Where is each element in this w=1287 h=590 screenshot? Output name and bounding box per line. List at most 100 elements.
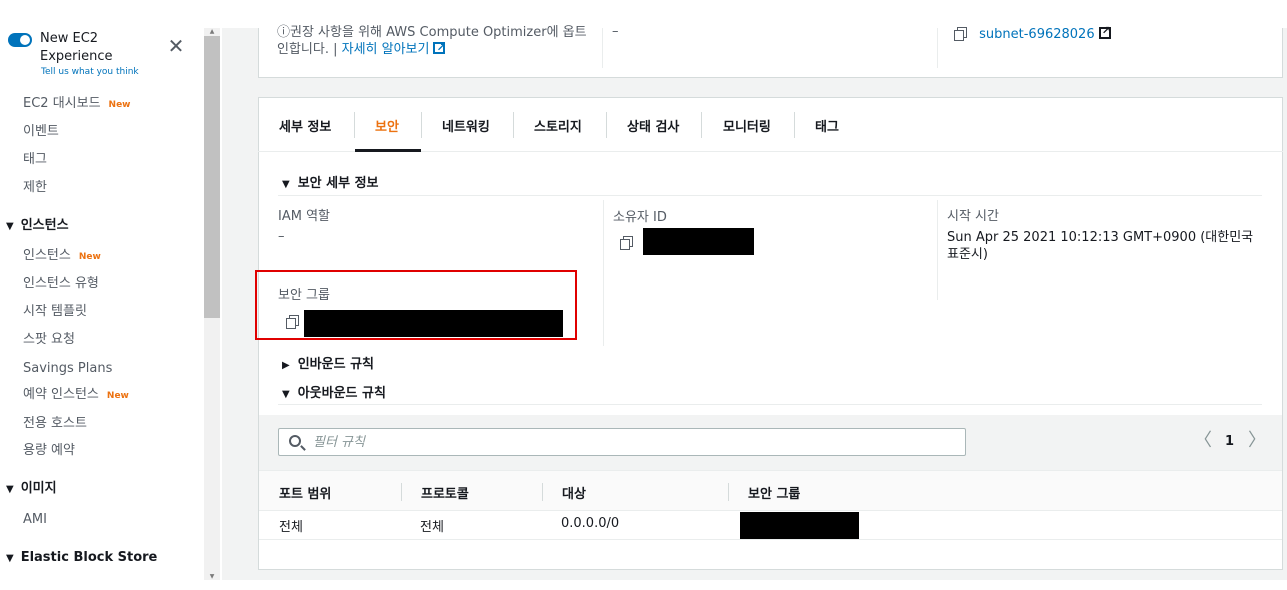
learn-more-label: 자세히 알아보기 [341,42,430,57]
sidebar-item-instance-types[interactable]: 인스턴스 유형 [23,276,99,292]
scroll-up-icon[interactable]: ▲ [208,29,216,35]
sidebar-item-launch-templates[interactable]: 시작 템플릿 [23,304,87,320]
new-badge: New [106,391,129,401]
table-row: 전체 전체 0.0.0.0/0 [259,511,1282,540]
sidebar-section-ebs[interactable]: ▼ Elastic Block Store [6,550,157,567]
sidebar-item-tags[interactable]: 태그 [23,152,47,168]
tab-status-checks[interactable]: 상태 검사 [627,116,679,135]
iam-role-value: – [278,229,285,244]
sidebar-item-instances[interactable]: 인스턴스 New [23,248,101,265]
iam-role-label: IAM 역할 [278,209,330,224]
new-experience-title: New EC2 Experience [40,31,113,64]
tab-separator [701,112,702,138]
new-badge: New [108,100,131,110]
active-tab-indicator [355,149,421,152]
filter-rules-input[interactable] [313,432,953,452]
section-label: 인스턴스 [20,218,69,233]
column-divider [603,200,604,346]
tab-storage[interactable]: 스토리지 [534,116,582,135]
learn-more-link[interactable]: 자세히 알아보기 [341,39,446,57]
column-port-range[interactable]: 포트 범위 [279,483,331,502]
cell-destination: 0.0.0.0/0 [561,516,620,531]
sidebar-section-instances[interactable]: ▼ 인스턴스 [6,218,69,235]
tab-details[interactable]: 세부 정보 [279,116,331,135]
caret-down-icon: ▼ [6,221,14,232]
external-link-icon [433,39,446,56]
sidebar-item-spot-requests[interactable]: 스팟 요청 [23,332,75,348]
column-protocol[interactable]: 프로토콜 [421,483,469,502]
cell-port-range: 전체 [279,520,303,535]
note-line-1: ⓘ권장 사항을 위해 AWS Compute Optimizer에 옵트 [277,25,587,40]
section-label: Elastic Block Store [20,550,158,565]
new-badge: New [78,252,101,262]
sidebar-scrollbar-thumb[interactable] [204,36,220,318]
inbound-rules-header[interactable]: ▶ 인바운드 규칙 [282,353,374,372]
sidebar-item-label: 인스턴스 [23,248,71,263]
compute-optimizer-note: ⓘ권장 사항을 위해 AWS Compute Optimizer에 옵트 인합니… [277,24,597,58]
section-title: 인바운드 규칙 [297,357,374,372]
sidebar-item-label: 예약 인스턴스 [23,387,99,402]
new-experience-toggle[interactable] [8,33,32,47]
feedback-link[interactable]: Tell us what you think [41,67,139,77]
owner-id-redacted [643,228,754,255]
external-link-icon[interactable] [1098,24,1111,39]
chevron-left-icon[interactable]: 〈 [1194,430,1212,451]
tab-separator [606,112,607,138]
sidebar-item-reserved-instances[interactable]: 예약 인스턴스 New [23,387,129,404]
sidebar-item-ami[interactable]: AMI [23,512,47,528]
sidebar-item-savings-plans[interactable]: Savings Plans [23,361,112,377]
column-divider [937,200,938,300]
tab-networking[interactable]: 네트워킹 [442,116,490,135]
column-separator[interactable] [542,483,543,501]
column-destination[interactable]: 대상 [562,483,586,502]
tab-separator [421,112,422,138]
tab-separator [794,112,795,138]
copy-icon[interactable] [954,27,967,41]
page-number[interactable]: 1 [1225,434,1234,449]
subnet-link[interactable]: subnet-69628026 [979,27,1094,42]
sidebar: New EC2 Experience Tell us what you thin… [0,0,204,590]
copy-icon[interactable] [620,236,633,250]
sidebar-item-events[interactable]: 이벤트 [23,124,59,140]
pagination: 〈 [1194,432,1212,450]
caret-right-icon: ▶ [282,360,290,371]
outbound-rules-header[interactable]: ▼ 아웃바운드 규칙 [282,382,386,401]
sidebar-item-label: EC2 대시보드 [23,96,101,111]
column-separator[interactable] [401,483,402,501]
column-security-group[interactable]: 보안 그룹 [748,483,800,502]
sidebar-item-capacity-reservations[interactable]: 용량 예약 [23,443,75,459]
column-divider [937,28,938,68]
current-page: 1 [1225,434,1235,449]
cell-security-group-redacted[interactable] [740,512,859,539]
scroll-down-icon[interactable]: ▼ [208,574,216,580]
tab-tags[interactable]: 태그 [815,116,839,135]
search-icon [289,435,301,447]
launch-time-label: 시작 시간 [947,209,999,224]
sidebar-section-images[interactable]: ▼ 이미지 [6,481,57,498]
caret-down-icon: ▼ [6,553,14,564]
note-line-2: 인합니다. | [277,42,342,57]
chevron-right-icon[interactable]: 〉 [1248,430,1266,451]
rules-table-header: 포트 범위 프로토콜 대상 보안 그룹 [259,470,1282,511]
tab-monitoring[interactable]: 모니터링 [723,116,771,135]
caret-down-icon: ▼ [6,484,14,495]
tab-separator [513,112,514,138]
section-divider [278,195,1262,196]
highlight-box [255,270,577,340]
sidebar-item-dedicated-hosts[interactable]: 전용 호스트 [23,416,87,432]
tab-security[interactable]: 보안 [375,116,399,135]
section-title: 아웃바운드 규칙 [297,386,386,401]
filter-rules-box [278,428,966,456]
security-details-header[interactable]: ▼ 보안 세부 정보 [282,172,379,191]
sidebar-item-ec2-dashboard[interactable]: EC2 대시보드 New [23,96,131,113]
close-icon[interactable]: ✕ [166,36,186,56]
subnet-id: subnet-69628026 [954,24,1111,42]
column-separator[interactable] [728,483,729,501]
new-experience-toggle-row: New EC2 Experience Tell us what you thin… [8,30,198,80]
details-tabs: 세부 정보 보안 네트워킹 스토리지 상태 검사 모니터링 태그 [258,98,1283,152]
section-divider [278,404,1262,405]
cell-protocol: 전체 [420,520,444,535]
launch-time-value: Sun Apr 25 2021 10:12:13 GMT+0900 (대한민국 … [947,230,1254,262]
sidebar-item-limits[interactable]: 제한 [23,180,47,196]
column-divider [602,28,603,68]
